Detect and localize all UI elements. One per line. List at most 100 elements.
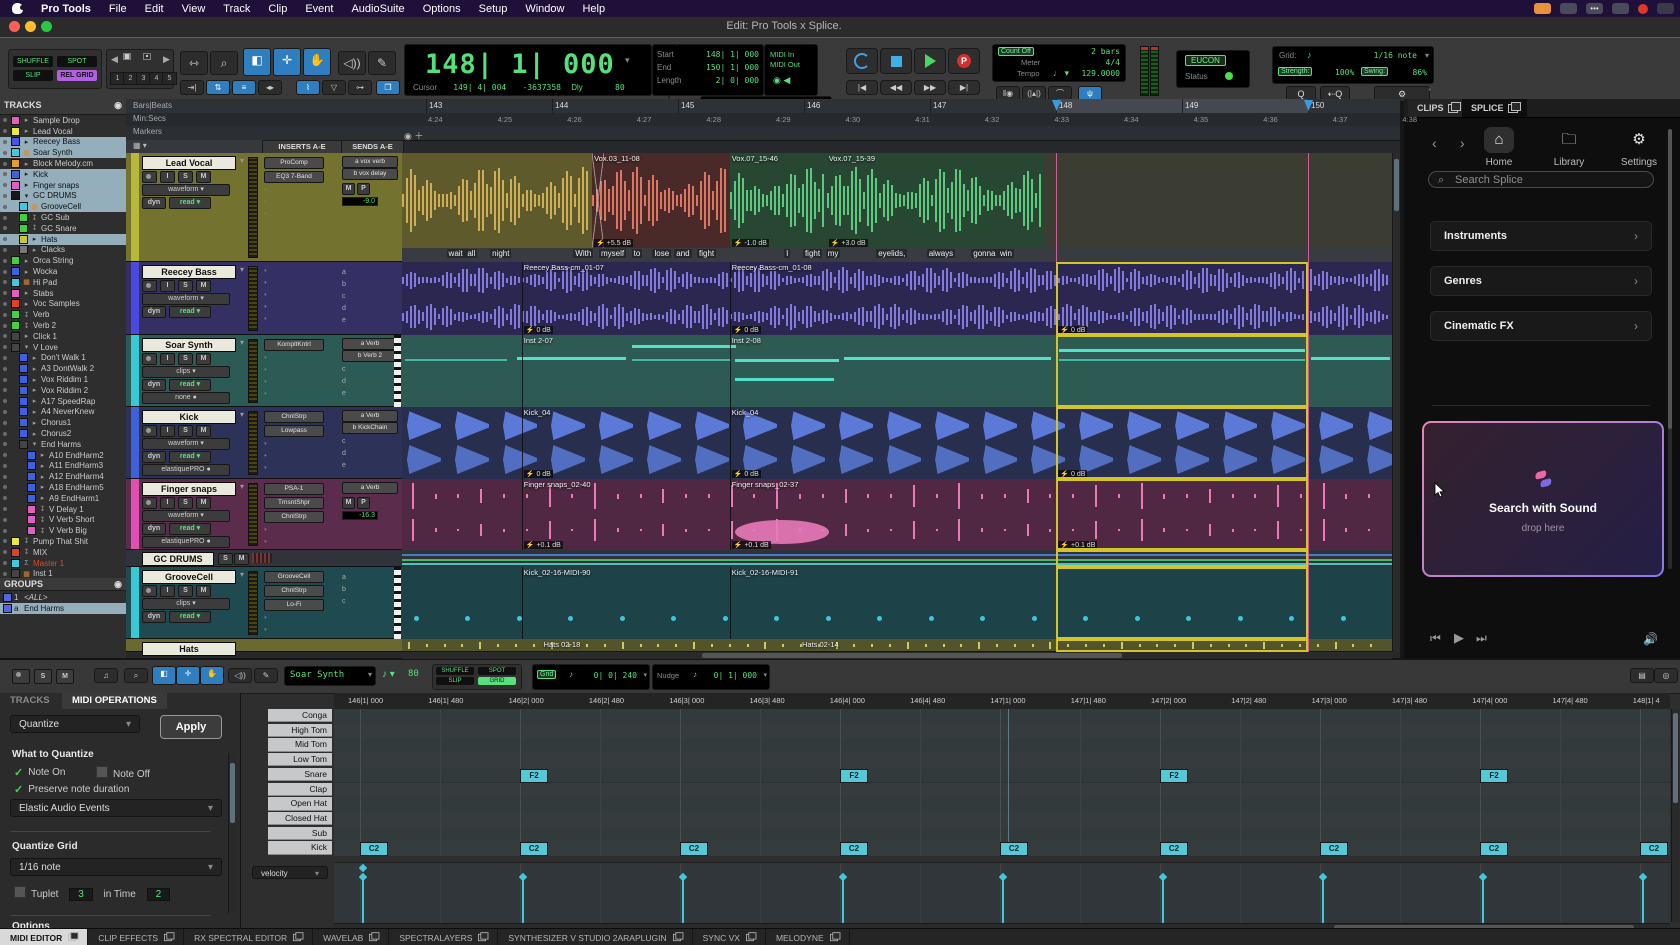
elastic-audio-selector[interactable]: elastiquePRO ● <box>142 536 230 548</box>
midi-trim-tool[interactable]: ◧ <box>152 666 176 685</box>
edit-lane[interactable]: waitallnightWithmyselftoloseandfightIfig… <box>402 248 1392 262</box>
insert-slot-empty[interactable]: • <box>264 389 322 401</box>
edit-selection-box[interactable] <box>1056 262 1308 335</box>
insert-slot[interactable]: ChnlStrp <box>264 585 324 597</box>
edit-selection-box[interactable] <box>1056 407 1308 479</box>
insert-slot-empty[interactable]: • <box>264 197 322 209</box>
send-slot[interactable]: a <box>342 266 400 278</box>
category-card-instruments[interactable]: Instruments› <box>1430 221 1652 251</box>
insert-slot[interactable]: EQ3 7-Band <box>264 171 324 183</box>
track-name-dropdown-icon[interactable]: ▾ <box>240 338 244 347</box>
insert-slot-empty[interactable]: • <box>264 525 322 537</box>
folder-mute-button[interactable]: M <box>234 553 249 565</box>
menu-audiosuite[interactable]: AudioSuite <box>351 3 404 15</box>
velocity-lane-selector[interactable]: velocity▾ <box>252 866 328 879</box>
swing-label[interactable]: Swing: <box>1361 67 1388 76</box>
midi-drum-note[interactable] <box>774 616 779 621</box>
track-name[interactable]: Hats <box>142 642 236 656</box>
midi-edit-mode-shuffle[interactable]: SHUFFLE <box>436 667 474 675</box>
delay-indicator[interactable]: Dly <box>571 83 583 92</box>
solo-button[interactable]: S <box>178 585 193 597</box>
track-name[interactable]: Lead Vocal <box>142 156 236 170</box>
input-monitor-button[interactable]: I <box>160 171 175 183</box>
clip-gain-badge[interactable]: ⚡ 0 dB <box>524 326 553 334</box>
track-list-item[interactable]: ▸Chorus2 <box>0 428 126 439</box>
insert-slot-empty[interactable]: • <box>264 314 322 326</box>
track-list-item[interactable]: ▸A4 NeverKnew <box>0 407 126 418</box>
insert-slot[interactable]: KompltKntrl <box>264 339 324 351</box>
drum-lane-closed-hat[interactable] <box>334 812 1670 828</box>
nav-settings[interactable]: ⚙Settings <box>1612 127 1666 168</box>
stop-button[interactable] <box>880 48 912 74</box>
midi-note-line[interactable] <box>735 359 839 362</box>
forward-icon[interactable]: › <box>1460 135 1465 151</box>
send-slot[interactable]: a Verb <box>342 483 400 495</box>
grabber-tool[interactable]: ✋ <box>303 48 331 76</box>
track-list-item[interactable]: ↧V Verb Big <box>0 525 126 536</box>
track-view-icon[interactable]: ▦ ▾ <box>133 141 147 150</box>
track-header-groovecell[interactable]: GrooveCell▾ISMclips ▾dynread ▾GrooveCell… <box>126 567 402 639</box>
insert-slot-empty[interactable]: • <box>264 209 322 221</box>
track-list-item[interactable]: ▸Voc Samples <box>0 299 126 310</box>
send-pan-button[interactable]: P <box>357 497 370 509</box>
midi-note-line[interactable] <box>405 359 507 361</box>
track-list-item[interactable]: ↧V Verb Short <box>0 514 126 525</box>
lyric-word[interactable]: my <box>826 249 841 258</box>
clip[interactable]: Vox.07_15-46⚡ -1.0 dB <box>730 153 827 248</box>
track-name-dropdown-icon[interactable]: ▾ <box>240 265 244 274</box>
q-grid-value[interactable]: 1/16 note <box>1374 51 1417 60</box>
tempo-note-icon[interactable]: ♩ ▾ <box>1053 68 1069 79</box>
input-monitor-button[interactable]: I <box>160 497 175 509</box>
insert-slot[interactable]: ChnlStrp <box>264 511 324 523</box>
track-header-lead-vocal[interactable]: Lead Vocal▾ISMwaveform ▾dynread ▾ProComp… <box>126 153 402 262</box>
menu-file[interactable]: File <box>109 3 127 15</box>
send-slot[interactable]: d <box>342 302 400 314</box>
track-name[interactable]: Finger snaps <box>142 482 236 496</box>
midi-note-line[interactable] <box>632 359 731 361</box>
clip[interactable]: Vox.03_11-08⚡ +5.5 dB <box>592 153 730 248</box>
velocity-stem[interactable] <box>842 879 844 923</box>
clip-gain-badge[interactable]: ⚡ +3.0 dB <box>829 239 868 247</box>
send-slot[interactable]: c <box>342 595 400 607</box>
elastic-audio-selector[interactable]: none ● <box>142 392 230 404</box>
fast-forward-button[interactable]: ▶▶ <box>914 80 946 95</box>
menu-clip[interactable]: Clip <box>268 3 287 15</box>
midi-drum-note[interactable] <box>620 616 625 621</box>
velocity-stem[interactable] <box>522 879 524 923</box>
midi-drum-note[interactable] <box>826 616 831 621</box>
track-view-selector[interactable]: clips ▾ <box>142 366 230 378</box>
menu-event[interactable]: Event <box>305 3 333 15</box>
mute-button[interactable]: M <box>196 353 211 365</box>
lyric-word[interactable]: always <box>927 249 955 258</box>
track-list-item[interactable]: ▸Vox Riddim 1 <box>0 374 126 385</box>
midi-note-line[interactable] <box>844 357 1052 360</box>
lyric-word[interactable]: fight <box>697 249 716 258</box>
midi-pencil-tool[interactable]: ✎ <box>254 668 278 683</box>
clip-gain-badge[interactable]: ⚡ 0 dB <box>732 326 761 334</box>
lane-label-mid-tom[interactable]: Mid Tom <box>268 738 332 751</box>
group-item[interactable]: aEnd Harms <box>0 603 126 614</box>
recording-indicator-icon[interactable] <box>1638 4 1648 14</box>
midi-note-line[interactable] <box>632 345 736 348</box>
mute-button[interactable]: M <box>196 280 211 292</box>
insert-slot[interactable]: TrnsntShpr <box>264 497 324 509</box>
midi-note-snare[interactable]: F2 <box>520 769 548 783</box>
category-card-genres[interactable]: Genres› <box>1430 266 1652 296</box>
track-header-hats[interactable]: Hats <box>126 639 402 652</box>
mute-button[interactable]: M <box>196 425 211 437</box>
send-slot[interactable]: b Verb 2 <box>342 351 400 363</box>
zoom-tool[interactable]: ⇿ <box>180 51 208 75</box>
menu-view[interactable]: View <box>182 3 206 15</box>
edit-v-scrollbar[interactable] <box>1392 153 1400 652</box>
bottom-tab-spectralayers[interactable]: SPECTRALAYERS <box>389 929 498 945</box>
mute-button[interactable]: M <box>196 497 211 509</box>
track-list-item[interactable]: ▸Block Melody.cm <box>0 158 126 169</box>
track-list-item[interactable]: ▸Lead Vocal <box>0 126 126 137</box>
nav-library[interactable]: 🗀Library <box>1542 127 1596 168</box>
velocity-stem[interactable] <box>682 879 684 923</box>
metronome-icon[interactable]: ◉ ◀ <box>773 75 790 86</box>
midi-drum-note[interactable] <box>1341 616 1346 621</box>
drum-lane-open-hat[interactable] <box>334 797 1670 813</box>
velocity-lane[interactable] <box>334 862 1670 923</box>
tab-splice[interactable]: SPLICE <box>1462 99 1527 117</box>
